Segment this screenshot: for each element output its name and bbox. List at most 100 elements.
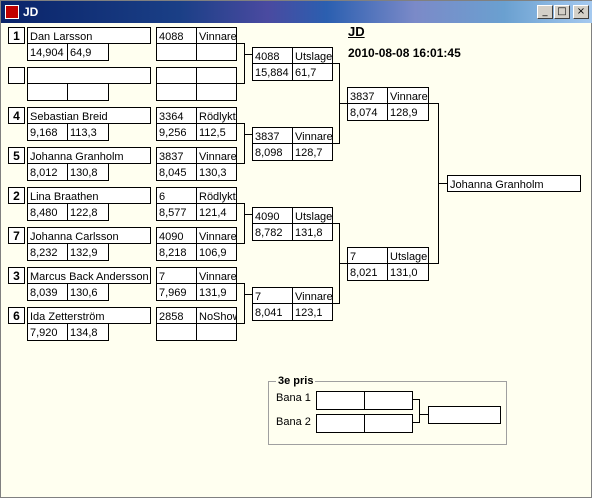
speed-field[interactable]: 130,8 [67, 163, 109, 181]
maximize-button[interactable]: □ [554, 5, 570, 19]
car-number-field[interactable]: 6 [156, 187, 197, 204]
speed-field[interactable] [196, 43, 237, 61]
car-number-field[interactable] [156, 67, 197, 84]
close-button[interactable]: × [573, 5, 589, 19]
time-field[interactable]: 8,782 [252, 223, 293, 241]
time-field[interactable]: 8,012 [27, 163, 68, 181]
winner-name-field[interactable]: Johanna Granholm [447, 175, 581, 192]
speed-field[interactable]: 64,9 [67, 43, 109, 61]
connector-line [244, 43, 245, 84]
speed-field[interactable]: 61,7 [292, 63, 333, 81]
seed-number [8, 67, 25, 84]
third-place-legend: 3e pris [276, 375, 316, 387]
time-field[interactable]: 14,904 [27, 43, 68, 61]
speed-field[interactable] [196, 83, 237, 101]
status-field[interactable]: Vinnare [196, 267, 237, 284]
lane1-result-field[interactable] [364, 391, 413, 410]
car-number-field[interactable]: 3837 [252, 127, 293, 144]
speed-field[interactable]: 128,7 [292, 143, 333, 161]
close-icon: × [576, 6, 586, 17]
time-field[interactable] [156, 323, 197, 341]
status-field[interactable]: Rödlykta [196, 187, 237, 204]
lane2-label: Bana 2 [276, 416, 311, 428]
time-field[interactable]: 9,256 [156, 123, 197, 141]
app-icon[interactable] [5, 5, 19, 19]
time-field[interactable]: 8,218 [156, 243, 197, 261]
time-field[interactable]: 8,074 [347, 103, 388, 121]
title-bar[interactable]: JD _ □ × [1, 1, 592, 23]
time-field[interactable]: 15,884 [252, 63, 293, 81]
speed-field[interactable] [67, 83, 109, 101]
time-field[interactable]: 8,098 [252, 143, 293, 161]
time-field[interactable] [156, 43, 197, 61]
time-field[interactable]: 9,168 [27, 123, 68, 141]
status-field[interactable]: Rödlykta [196, 107, 237, 124]
car-number-field[interactable]: 4088 [252, 47, 293, 64]
car-number-field[interactable]: 7 [252, 287, 293, 304]
car-number-field[interactable]: 3364 [156, 107, 197, 124]
driver-name-field[interactable]: Ida Zetterström [27, 307, 151, 324]
time-field[interactable]: 8,039 [27, 283, 68, 301]
speed-field[interactable]: 130,3 [196, 163, 237, 181]
driver-name-field[interactable]: Marcus Back Andersson [27, 267, 151, 284]
driver-name-field[interactable]: Johanna Carlsson [27, 227, 151, 244]
status-field[interactable]: Vinnare [292, 127, 333, 144]
speed-field[interactable]: 128,9 [387, 103, 429, 121]
status-field[interactable]: Utslagen [292, 207, 333, 224]
car-number-field[interactable]: 3837 [156, 147, 197, 164]
lane1-driver-field[interactable] [316, 391, 365, 410]
car-number-field[interactable]: 7 [156, 267, 197, 284]
driver-name-field[interactable] [27, 67, 151, 84]
timestamp: 2010-08-08 16:01:45 [348, 46, 461, 60]
speed-field[interactable]: 123,1 [292, 303, 333, 321]
time-field[interactable]: 7,969 [156, 283, 197, 301]
time-field[interactable]: 8,021 [347, 263, 388, 281]
speed-field[interactable]: 106,9 [196, 243, 237, 261]
speed-field[interactable]: 130,6 [67, 283, 109, 301]
car-number-field[interactable]: 4090 [156, 227, 197, 244]
speed-field[interactable]: 131,0 [387, 263, 429, 281]
time-field[interactable]: 8,232 [27, 243, 68, 261]
status-field[interactable]: Vinnare [196, 27, 237, 44]
minimize-button[interactable]: _ [537, 5, 553, 19]
speed-field[interactable]: 113,3 [67, 123, 109, 141]
car-number-field[interactable]: 4088 [156, 27, 197, 44]
speed-field[interactable] [196, 323, 237, 341]
time-field[interactable] [156, 83, 197, 101]
speed-field[interactable]: 121,4 [196, 203, 237, 221]
time-field[interactable]: 8,045 [156, 163, 197, 181]
speed-field[interactable]: 122,8 [67, 203, 109, 221]
status-field[interactable]: Vinnare [196, 147, 237, 164]
driver-name-field[interactable]: Johanna Granholm [27, 147, 151, 164]
status-field[interactable]: Utslagen [292, 47, 333, 64]
time-field[interactable]: 8,480 [27, 203, 68, 221]
speed-field[interactable]: 131,9 [196, 283, 237, 301]
status-field[interactable]: Utslagen [387, 247, 429, 264]
status-field[interactable]: NoShow [196, 307, 237, 324]
speed-field[interactable]: 132,9 [67, 243, 109, 261]
minimize-icon: _ [542, 6, 548, 17]
status-field[interactable]: Vinnare [387, 87, 429, 104]
speed-field[interactable]: 131,8 [292, 223, 333, 241]
driver-name-field[interactable]: Sebastian Breid [27, 107, 151, 124]
car-number-field[interactable]: 2858 [156, 307, 197, 324]
lane2-result-field[interactable] [364, 414, 413, 433]
car-number-field[interactable]: 7 [347, 247, 388, 264]
time-field[interactable] [27, 83, 68, 101]
time-field[interactable]: 8,041 [252, 303, 293, 321]
speed-field[interactable]: 112,5 [196, 123, 237, 141]
status-field[interactable]: Vinnare [196, 227, 237, 244]
speed-field[interactable]: 134,8 [67, 323, 109, 341]
driver-name-field[interactable]: Dan Larsson [27, 27, 151, 44]
lane2-driver-field[interactable] [316, 414, 365, 433]
status-field[interactable] [196, 67, 237, 84]
status-field[interactable]: Vinnare [292, 287, 333, 304]
car-number-field[interactable]: 3837 [347, 87, 388, 104]
car-number-field[interactable]: 4090 [252, 207, 293, 224]
seed-number: 2 [8, 187, 25, 204]
connector-line [244, 294, 252, 295]
driver-name-field[interactable]: Lina Braathen [27, 187, 151, 204]
time-field[interactable]: 8,577 [156, 203, 197, 221]
time-field[interactable]: 7,920 [27, 323, 68, 341]
third-place-winner-field[interactable] [428, 406, 501, 424]
